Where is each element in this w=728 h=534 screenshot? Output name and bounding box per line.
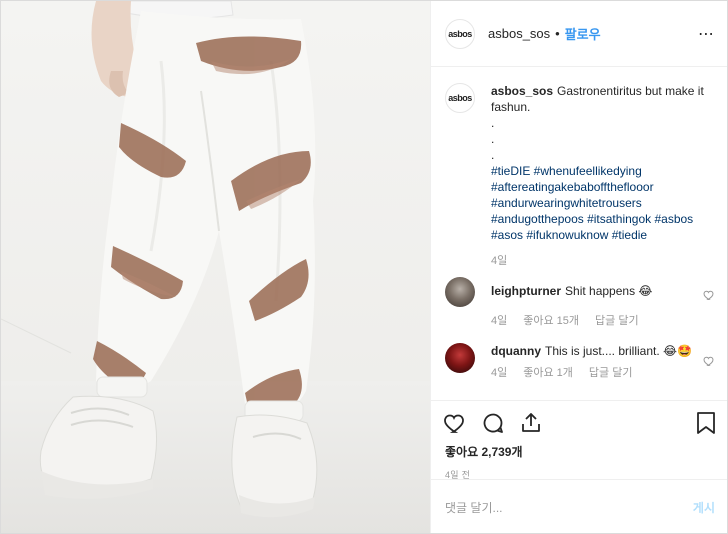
commenter-avatar[interactable] — [445, 277, 475, 307]
header-separator: • — [555, 26, 560, 41]
comment-age[interactable]: 4일 — [491, 313, 507, 329]
bookmark-icon[interactable] — [695, 411, 717, 435]
hashtag-line[interactable]: #asos #ifuknowuknow #tiedie — [491, 228, 647, 242]
reply-button[interactable]: 답글 달기 — [595, 313, 639, 329]
more-options-icon[interactable]: ⋯ — [698, 24, 715, 44]
comments-list[interactable]: asbos asbos_sos Gastronentiritus but make… — [431, 67, 727, 400]
comment-age[interactable]: 4일 — [491, 365, 507, 381]
post-comment-button[interactable]: 게시 — [693, 499, 715, 516]
like-heart-icon[interactable] — [443, 411, 467, 435]
caption-username[interactable]: asbos_sos — [491, 84, 553, 98]
caption-dot: . — [491, 148, 495, 162]
caption-logo-text: asbos — [448, 93, 472, 103]
comment-likes[interactable]: 좋아요 15개 — [523, 313, 579, 329]
like-comment-icon[interactable] — [703, 355, 715, 367]
caption-age[interactable]: 4일 — [491, 253, 507, 269]
caption-hashtags: #tieDIE #whenufeellikedying #aftereating… — [491, 163, 715, 243]
caption-text: asbos_sos Gastronentiritus but make it fa… — [491, 83, 715, 115]
comment-bubble-icon[interactable] — [481, 411, 505, 435]
commenter-avatar[interactable] — [445, 343, 475, 373]
post-photo[interactable] — [1, 1, 430, 533]
like-comment-icon[interactable] — [703, 289, 715, 301]
tie-dye-trousers-image — [1, 1, 430, 533]
hashtag-line[interactable]: #andugotthepoos #itsathingok #asbos — [491, 212, 693, 226]
comment-likes[interactable]: 좋아요 1개 — [523, 365, 573, 381]
comment-text: dquanny This is just.... brilliant. 😂🤩 — [491, 343, 715, 359]
caption-dot: . — [491, 132, 495, 146]
logo-text: asbos — [448, 28, 472, 39]
commenter-username[interactable]: leighpturner — [491, 284, 561, 298]
hashtag-line[interactable]: #tieDIE #whenufeellikedying — [491, 164, 642, 178]
instagram-post-window: asbos asbos_sos • 팔로우 ⋯ asbos asbos_sos G… — [0, 0, 728, 534]
comment-composer: 게시 — [431, 479, 727, 533]
comment-text: leighpturner Shit happens 😂 — [491, 283, 715, 299]
commenter-username[interactable]: dquanny — [491, 344, 541, 358]
caption-row: asbos asbos_sos Gastronentiritus but make… — [445, 83, 715, 269]
comment-body: This is just.... brilliant. 😂🤩 — [545, 344, 692, 358]
post-actions: 좋아요 2,739개 4일 전 게시 — [431, 400, 727, 533]
likes-count[interactable]: 좋아요 2,739개 — [431, 443, 727, 460]
follow-button[interactable]: 팔로우 — [565, 24, 601, 43]
comment-input[interactable] — [445, 500, 693, 515]
caption-dot: . — [491, 116, 495, 130]
hashtag-line[interactable]: #andurwearingwhitetrousers — [491, 196, 642, 210]
share-icon[interactable] — [519, 411, 543, 435]
comment-row: leighpturner Shit happens 😂 4일 좋아요 15개 답글… — [445, 277, 715, 329]
account-username[interactable]: asbos_sos — [488, 26, 550, 41]
caption-avatar[interactable]: asbos — [445, 83, 475, 113]
account-avatar[interactable]: asbos — [445, 18, 475, 49]
comment-row: dquanny This is just.... brilliant. 😂🤩 4일… — [445, 343, 715, 381]
post-header: asbos asbos_sos • 팔로우 ⋯ — [431, 1, 727, 67]
comment-body: Shit happens 😂 — [565, 284, 653, 298]
hashtag-line[interactable]: #aftereatingakebabofftheflooor — [491, 180, 654, 194]
reply-button[interactable]: 답글 달기 — [589, 365, 633, 381]
post-side-panel: asbos asbos_sos • 팔로우 ⋯ asbos asbos_sos G… — [430, 1, 727, 533]
action-bar — [431, 401, 727, 445]
